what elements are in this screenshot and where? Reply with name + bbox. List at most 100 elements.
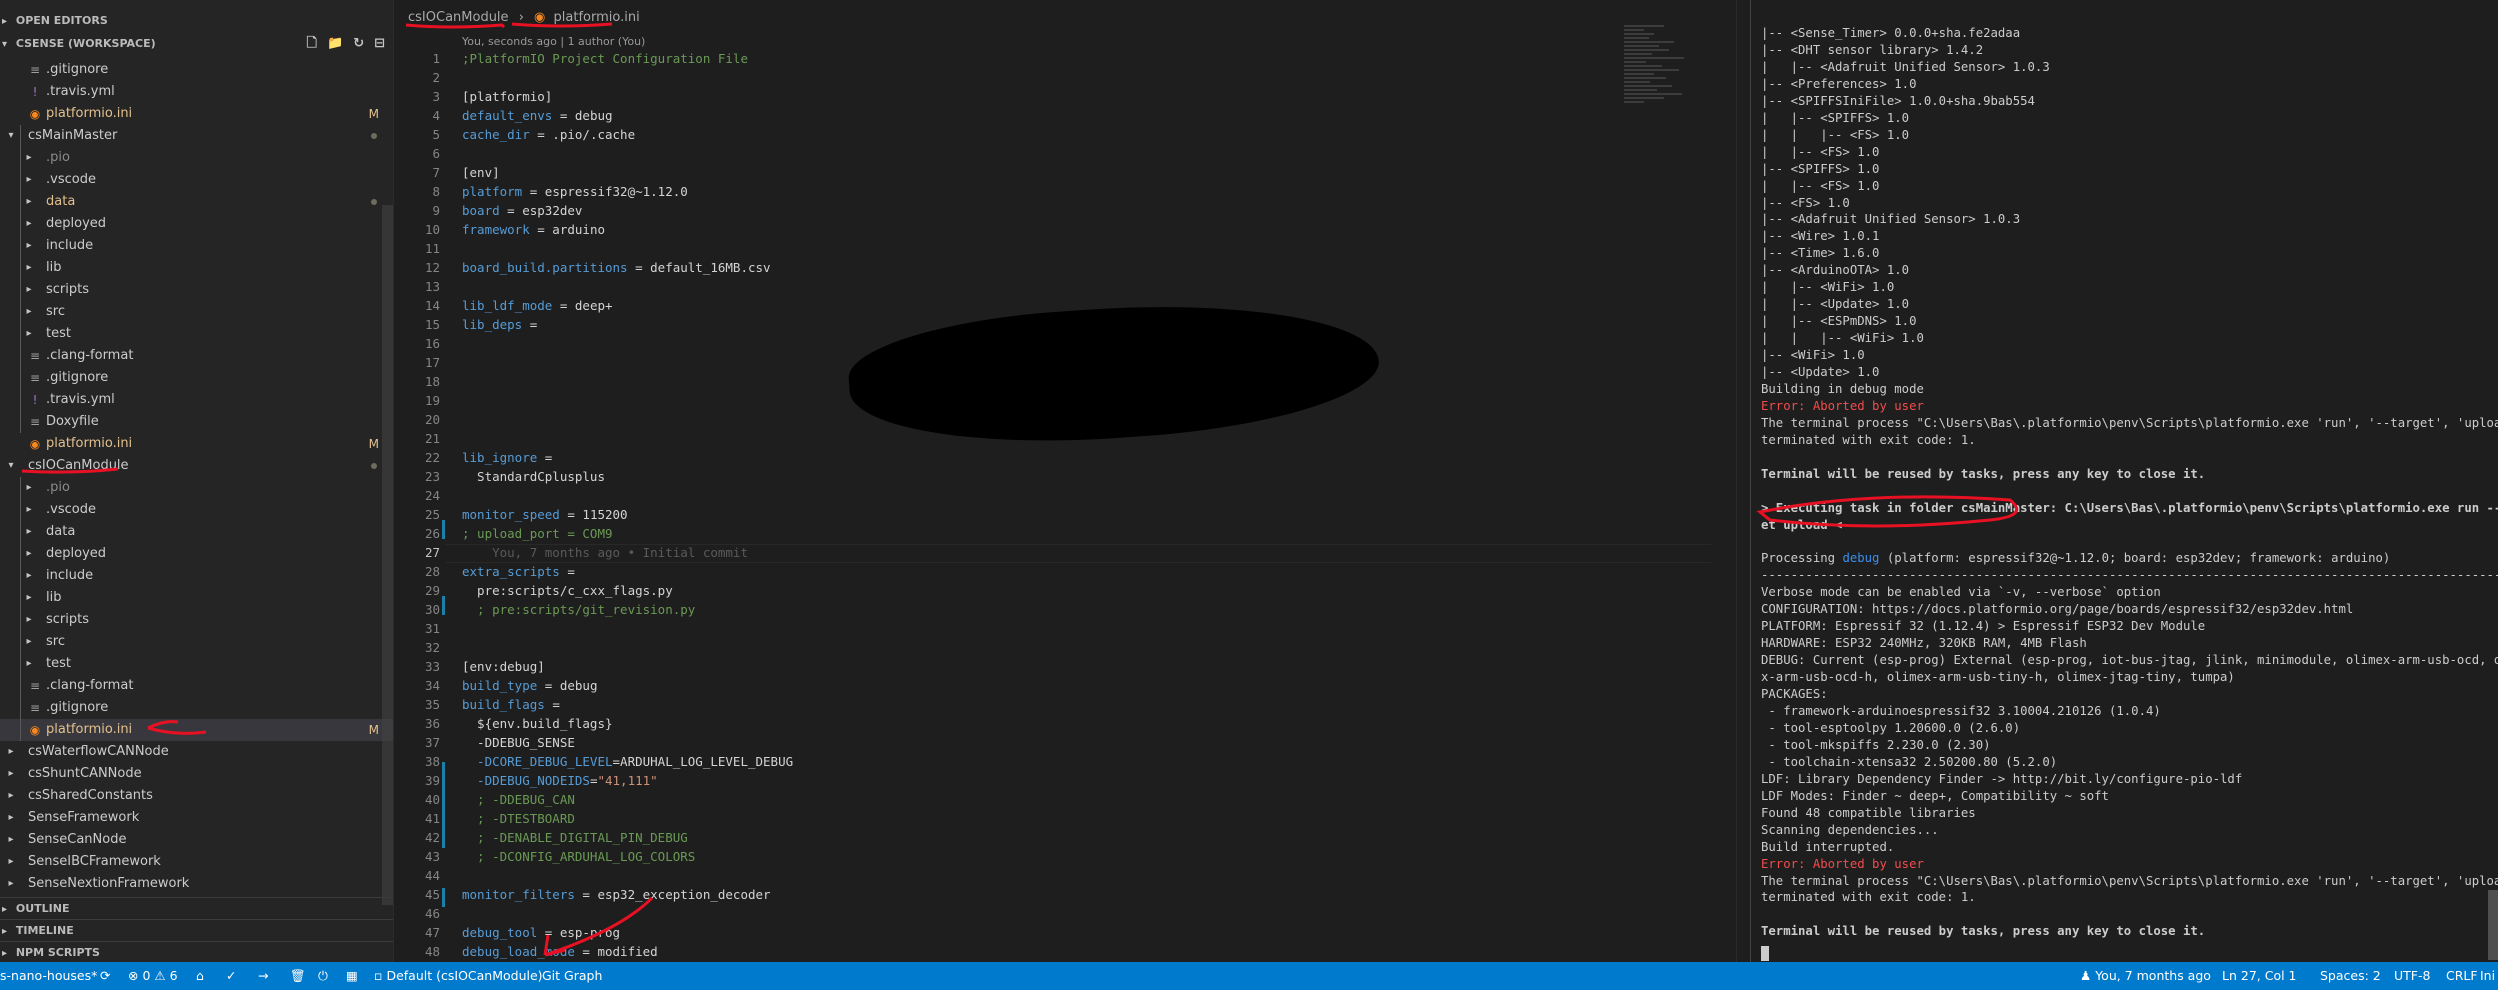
folder-item[interactable]: ▾ csMainMaster — [0, 125, 393, 147]
collapse-all-icon[interactable]: ⊟ — [374, 33, 385, 55]
folder-item[interactable]: ▸ data — [0, 521, 393, 543]
timeline-header[interactable]: ▸ TIMELINE — [0, 919, 393, 941]
workspace-header[interactable]: ▾ CSENSE (WORKSPACE) 🗋 📁 ↻ ⊟ — [0, 33, 393, 55]
code-line[interactable]: board_build.partitions = default_16MB.cs… — [462, 260, 771, 275]
file-item[interactable]: ≡ .gitignore — [0, 367, 393, 389]
breadcrumb-folder[interactable]: csIOCanModule — [408, 10, 509, 25]
folder-item[interactable]: ▸ .vscode — [0, 499, 393, 521]
folder-item[interactable]: ▸ SenseNextionFramework — [0, 873, 393, 895]
code-line[interactable]: -DCORE_DEBUG_LEVEL=ARDUHAL_LOG_LEVEL_DEB… — [462, 754, 793, 769]
folder-item[interactable]: ▸ data — [0, 191, 393, 213]
code-line[interactable]: lib_deps = — [462, 317, 537, 332]
file-item[interactable]: ◉ platformio.ini M — [0, 719, 393, 741]
outline-header[interactable]: ▸ OUTLINE — [0, 897, 393, 919]
code-line[interactable]: ; -DTESTBOARD — [462, 811, 575, 826]
sync-icon[interactable]: ⟳ — [100, 962, 110, 990]
folder-item[interactable]: ▸ include — [0, 235, 393, 257]
code-line[interactable]: platform = espressif32@~1.12.0 — [462, 184, 688, 199]
folder-item[interactable]: ▸ src — [0, 301, 393, 323]
folder-item[interactable]: ▸ csShuntCANNode — [0, 763, 393, 785]
code-line[interactable]: default_envs = debug — [462, 108, 613, 123]
folder-item[interactable]: ▸ csWaterflowCANNode — [0, 741, 393, 763]
code-line[interactable]: board = esp32dev — [462, 203, 582, 218]
code-line[interactable]: extra_scripts = — [462, 564, 575, 579]
folder-item[interactable]: ▸ src — [0, 631, 393, 653]
git-codelens[interactable]: You, seconds ago | 1 author (You) — [462, 35, 645, 48]
new-folder-icon[interactable]: 📁 — [327, 33, 343, 55]
code-line[interactable]: ; -DENABLE_DIGITAL_PIN_DEBUG — [462, 830, 688, 845]
code-line[interactable]: ; pre:scripts/git_revision.py — [462, 602, 695, 617]
encoding[interactable]: UTF-8 — [2394, 962, 2430, 990]
code-line[interactable]: -DDEBUG_SENSE — [462, 735, 575, 750]
folder-item[interactable]: ▸ test — [0, 323, 393, 345]
editor-scrollbar[interactable] — [1736, 0, 1750, 962]
terminal-panel[interactable]: |-- <Sense_Timer> 0.0.0+sha.fe2adaa |-- <… — [1750, 0, 2498, 962]
sidebar-scrollbar[interactable] — [382, 205, 393, 905]
code-line[interactable]: pre:scripts/c_cxx_flags.py — [462, 583, 673, 598]
folder-item[interactable]: ▸ SenseIBCFramework — [0, 851, 393, 873]
folder-item[interactable]: ▸ lib — [0, 257, 393, 279]
terminal-icon[interactable]: ▦ — [346, 962, 358, 990]
file-item[interactable]: ≡ .clang-format — [0, 675, 393, 697]
file-item[interactable]: ◉ platformio.ini M — [0, 103, 393, 125]
cursor-position[interactable]: Ln 27, Col 1 — [2222, 962, 2297, 990]
code-line[interactable]: cache_dir = .pio/.cache — [462, 127, 635, 142]
file-item[interactable]: ≡ Doxyfile — [0, 411, 393, 433]
code-line[interactable]: ;PlatformIO Project Configuration File — [462, 51, 748, 66]
folder-item[interactable]: ▸ csSharedConstants — [0, 785, 393, 807]
env-selector[interactable]: ▫ Default (csIOCanModule) — [374, 962, 543, 990]
file-item[interactable]: ! .travis.yml — [0, 389, 393, 411]
code-line[interactable]: You, 7 months ago • Initial commit — [462, 545, 748, 560]
git-branch[interactable]: s-nano-houses* — [0, 962, 97, 990]
folder-item[interactable]: ▸ .pio — [0, 477, 393, 499]
npm-scripts-header[interactable]: ▸ NPM SCRIPTS — [0, 941, 393, 962]
folder-item[interactable]: ▸ deployed — [0, 213, 393, 235]
terminal-scrollbar[interactable] — [2488, 890, 2498, 960]
folder-item[interactable]: ▸ .vscode — [0, 169, 393, 191]
code-line[interactable]: [platformio] — [462, 89, 552, 104]
refresh-icon[interactable]: ↻ — [353, 33, 364, 55]
minimap[interactable] — [1624, 25, 1724, 205]
code-line[interactable]: [env:debug] — [462, 659, 545, 674]
code-line[interactable]: debug_tool = esp-prog — [462, 925, 620, 940]
folder-item[interactable]: ▾ csIOCanModule — [0, 455, 393, 477]
code-line[interactable]: ${env.build_flags} — [462, 716, 612, 731]
code-line[interactable]: -DDEBUG_NODEIDS="41,111" — [462, 773, 658, 788]
code-editor[interactable]: csIOCanModule › ◉ platformio.ini You, se… — [393, 0, 1750, 962]
folder-item[interactable]: ▸ SenseCanNode — [0, 829, 393, 851]
folder-item[interactable]: ▸ lib — [0, 587, 393, 609]
code-line[interactable]: monitor_speed = 115200 — [462, 507, 628, 522]
clean-trash-icon[interactable]: 🗑 — [290, 962, 306, 990]
code-line[interactable]: debug_load_mode = modified — [462, 944, 658, 959]
serial-plug-icon[interactable]: ⏻ — [318, 962, 328, 990]
code-line[interactable]: framework = arduino — [462, 222, 605, 237]
code-line[interactable]: StandardCplusplus — [462, 469, 605, 484]
new-file-icon[interactable]: 🗋 — [307, 33, 317, 55]
code-line[interactable]: monitor_filters = esp32_exception_decode… — [462, 887, 771, 902]
code-line[interactable]: ; upload_port = COM9 — [462, 526, 613, 541]
problems-indicator[interactable]: ⊗ 0 ⚠ 6 — [128, 962, 178, 990]
folder-item[interactable]: ▸ .pio — [0, 147, 393, 169]
line-ending[interactable]: CRLF — [2446, 962, 2478, 990]
git-graph-button[interactable]: Git Graph — [542, 962, 602, 990]
folder-item[interactable]: ▸ scripts — [0, 609, 393, 631]
git-blame-status[interactable]: ♟ You, 7 months ago — [2080, 962, 2211, 990]
file-item[interactable]: ◉ platformio.ini M — [0, 433, 393, 455]
file-item[interactable]: ≡ .gitignore — [0, 59, 393, 81]
code-line[interactable]: lib_ldf_mode = deep+ — [462, 298, 613, 313]
code-line[interactable]: ; -DCONFIG_ARDUHAL_LOG_COLORS — [462, 849, 695, 864]
home-icon[interactable]: ⌂ — [196, 962, 204, 990]
build-check-icon[interactable]: ✓ — [226, 962, 236, 990]
upload-arrow-icon[interactable]: → — [258, 962, 268, 990]
code-line[interactable]: ; -DDEBUG_CAN — [462, 792, 575, 807]
open-editors-header[interactable]: ▸ OPEN EDITORS — [0, 10, 393, 32]
code-line[interactable]: build_type = debug — [462, 678, 597, 693]
folder-item[interactable]: ▸ deployed — [0, 543, 393, 565]
file-item[interactable]: ! .travis.yml — [0, 81, 393, 103]
code-line[interactable]: [env] — [462, 165, 500, 180]
language-mode[interactable]: Ini — [2480, 962, 2495, 990]
folder-item[interactable]: ▸ scripts — [0, 279, 393, 301]
file-item[interactable]: ≡ .gitignore — [0, 697, 393, 719]
code-line[interactable]: lib_ignore = — [462, 450, 552, 465]
file-item[interactable]: ≡ .clang-format — [0, 345, 393, 367]
